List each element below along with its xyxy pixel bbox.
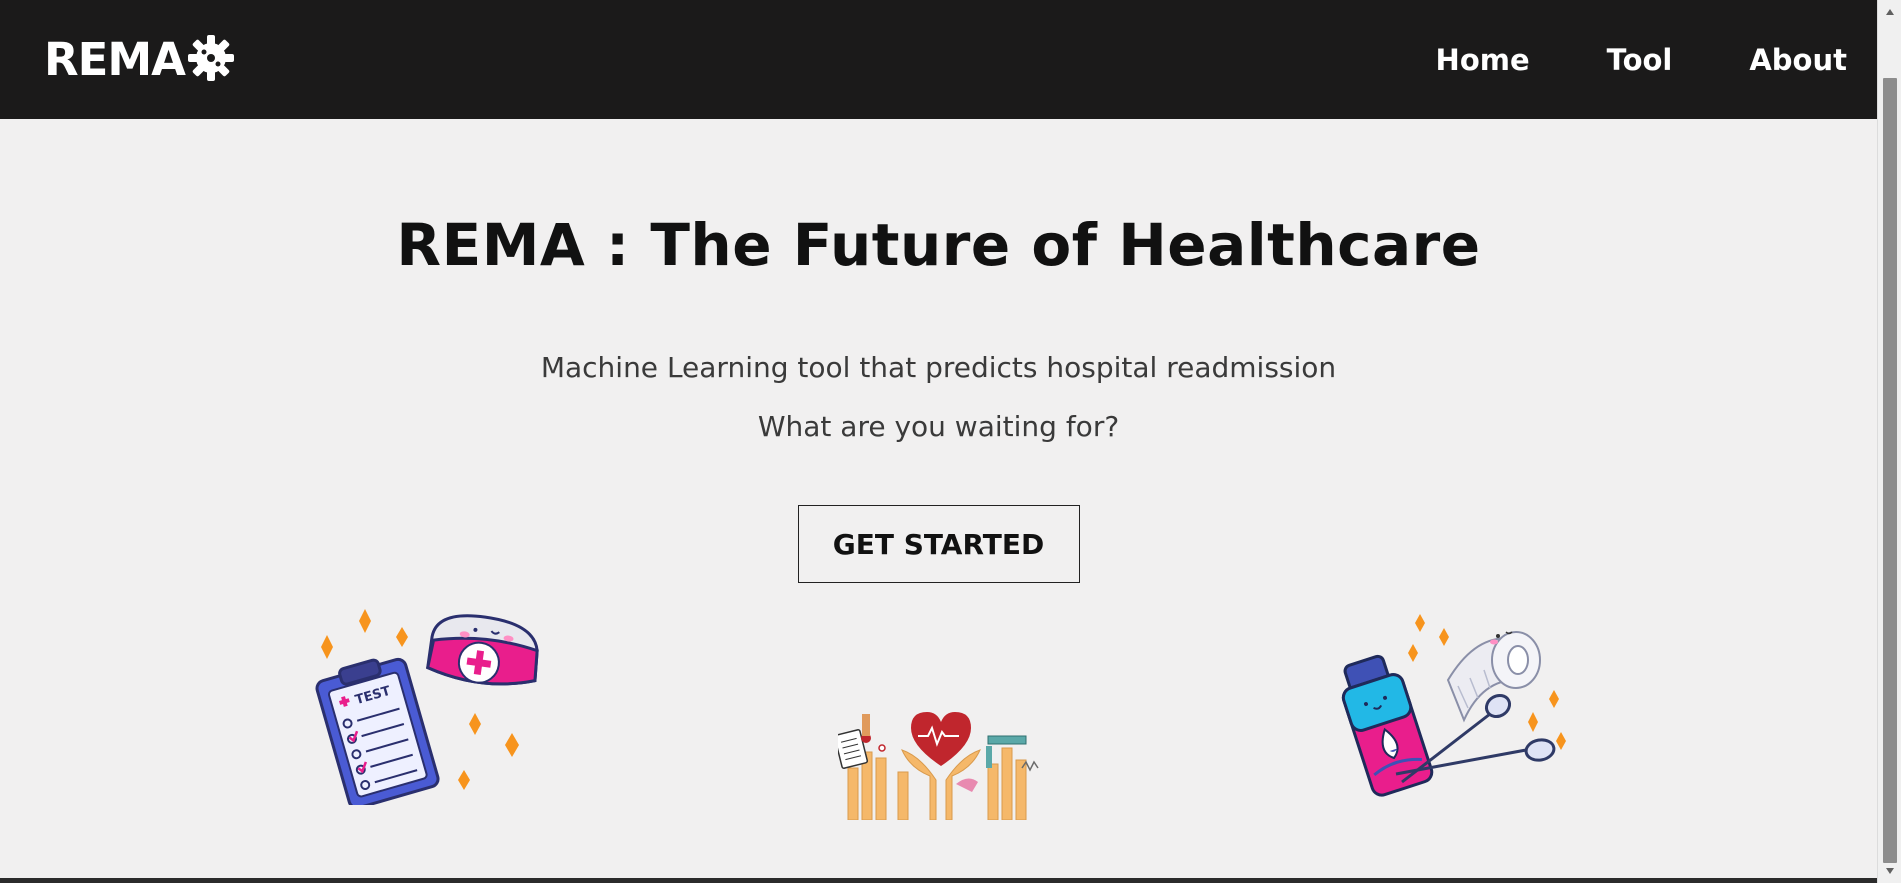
hero-subtitle: Machine Learning tool that predicts hosp…	[540, 351, 1337, 384]
top-navbar: REMA Home Tool About	[0, 0, 1877, 119]
scroll-up-arrow-icon[interactable]	[1878, 0, 1901, 24]
bottle-bandage-scissors-icon	[1341, 614, 1566, 797]
nav-links: Home Tool About	[1359, 43, 1847, 77]
brand-logo[interactable]: REMA	[44, 33, 237, 86]
get-started-button[interactable]: GET STARTED	[797, 505, 1080, 583]
bottom-edge	[0, 878, 1877, 883]
hands-holding-heart-icon	[838, 712, 1039, 820]
vertical-scrollbar[interactable]	[1877, 0, 1901, 883]
hero-subtitle-question: What are you waiting for?	[757, 410, 1120, 443]
clipboard-and-nurse-cap-icon: TEST	[315, 609, 539, 805]
brand-name: REMA	[44, 33, 186, 86]
gear-icon	[188, 34, 234, 81]
nav-tool-link[interactable]: Tool	[1607, 43, 1673, 77]
hero-title: REMA : The Future of Healthcare	[396, 211, 1481, 279]
scrollbar-thumb[interactable]	[1883, 78, 1897, 863]
hero-section: REMA : The Future of Healthcare Machine …	[0, 119, 1877, 583]
nav-home-link[interactable]: Home	[1436, 43, 1530, 77]
scroll-down-arrow-icon[interactable]	[1878, 859, 1901, 883]
nav-about-link[interactable]: About	[1749, 43, 1847, 77]
